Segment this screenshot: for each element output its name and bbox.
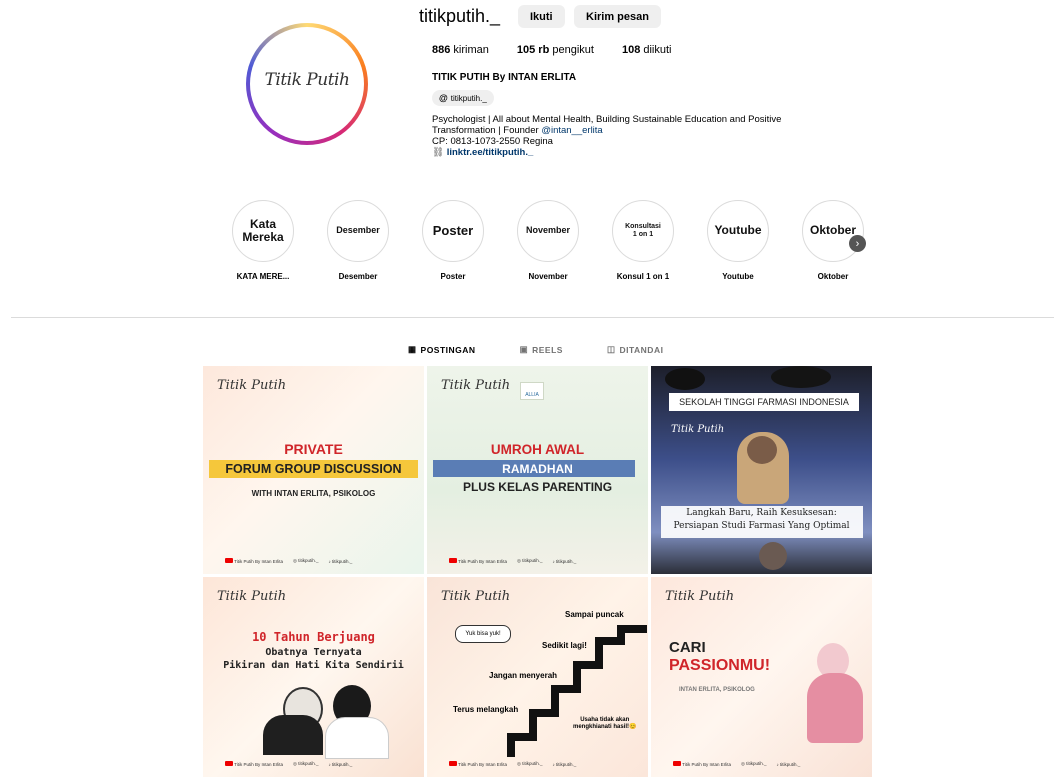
- post-1[interactable]: Titik Putih PRIVATE FORUM GROUP DISCUSSI…: [203, 366, 424, 574]
- highlights-next-button[interactable]: ›: [849, 235, 866, 252]
- chevron-right-icon: ›: [855, 237, 860, 250]
- threads-icon: @: [439, 93, 448, 103]
- highlight-konsul[interactable]: Konsultasi 1 on 1 Konsul 1 on 1: [612, 200, 674, 281]
- highlight-desember[interactable]: Desember Desember: [327, 200, 389, 281]
- post-6[interactable]: Titik Putih CARI PASSIONMU! INTAN ERLITA…: [651, 577, 872, 777]
- profile-avatar[interactable]: Titik Putih: [246, 23, 368, 145]
- post-3[interactable]: SEKOLAH TINGGI FARMASI INDONESIA Titik P…: [651, 366, 872, 574]
- youtube-icon: [449, 558, 457, 563]
- youtube-icon: [225, 761, 233, 766]
- grid-icon: ▦: [408, 344, 417, 354]
- reels-icon: ▣: [519, 344, 529, 354]
- tab-tagged[interactable]: ◫ DITANDAI: [607, 344, 664, 355]
- post-footer: Titik Putih By Intan Erlita ◎ titikputih.…: [449, 761, 576, 767]
- profile-username: titikputih._: [419, 6, 501, 26]
- post-footer: Titik Putih By Intan Erlita ◎ titikputih.…: [225, 761, 352, 767]
- highlight-kata-mereka[interactable]: Kata Mereka KATA MERE...: [232, 200, 294, 281]
- post-5[interactable]: Titik Putih Yuk bisa yuk! Sampai puncak …: [427, 577, 648, 777]
- post-footer: Titik Putih By Intan Erlita ◎ titikputih.…: [673, 761, 800, 767]
- founder-mention-link[interactable]: @intan__erlita: [541, 125, 602, 136]
- profile-stats: 886 kiriman 105 rb pengikut 108 diikuti: [432, 44, 672, 56]
- youtube-icon: [449, 761, 457, 766]
- tagged-icon: ◫: [606, 344, 616, 354]
- profile-link[interactable]: linktr.ee/titikputih._: [447, 147, 534, 158]
- following-stat[interactable]: 108 diikuti: [622, 44, 672, 56]
- section-divider: [11, 317, 1054, 318]
- highlight-youtube[interactable]: Youtube Youtube: [707, 200, 769, 281]
- threads-badge[interactable]: @ titikputih._: [432, 90, 494, 106]
- followers-stat[interactable]: 105 rb pengikut: [517, 44, 594, 56]
- profile-tabs: ▦ POSTINGAN ▣ REELS ◫ DITANDAI: [408, 344, 663, 355]
- post-4[interactable]: Titik Putih 10 Tahun Berjuang Obatnya Te…: [203, 577, 424, 777]
- follow-button[interactable]: Ikuti: [518, 5, 565, 28]
- highlight-november[interactable]: November November: [517, 200, 579, 281]
- link-icon: ⛓: [432, 147, 445, 158]
- post-footer: Titik Putih By Intan Erlita ◎ titikputih.…: [449, 558, 576, 564]
- profile-bio: Psychologist | All about Mental Health, …: [432, 114, 782, 158]
- tab-posts[interactable]: ▦ POSTINGAN: [408, 344, 476, 355]
- posts-stat[interactable]: 886 kiriman: [432, 44, 489, 56]
- post-2[interactable]: Titik Putih ALLIA UMROH AWAL RAMADHAN PL…: [427, 366, 648, 574]
- allia-badge: ALLIA: [520, 382, 544, 400]
- youtube-icon: [225, 558, 233, 563]
- highlight-poster[interactable]: Poster Poster: [422, 200, 484, 281]
- profile-full-name: TITIK PUTIH By INTAN ERLITA: [432, 72, 577, 83]
- post-footer: Titik Putih By Intan Erlita ◎ titikputih.…: [225, 558, 352, 564]
- speech-bubble: Yuk bisa yuk!: [455, 625, 511, 643]
- message-button[interactable]: Kirim pesan: [574, 5, 661, 28]
- tab-reels[interactable]: ▣ REELS: [520, 344, 563, 355]
- youtube-icon: [673, 761, 681, 766]
- avatar-logo: Titik Putih: [264, 70, 350, 90]
